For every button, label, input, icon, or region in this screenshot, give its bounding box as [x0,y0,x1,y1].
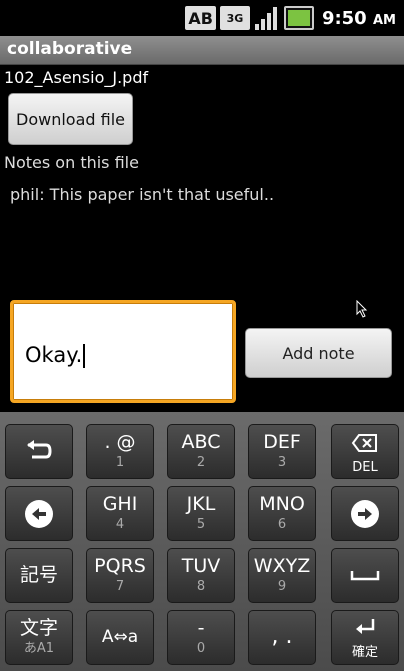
key-9[interactable]: WXYZ 9 [248,548,316,603]
clock-ampm: AM [373,12,396,28]
del-key[interactable]: DEL [331,424,399,479]
undo-arrow-icon [6,439,72,463]
space-key[interactable] [331,548,399,603]
key-6[interactable]: MNO 6 [248,486,316,541]
key-2[interactable]: ABC 2 [167,424,235,479]
file-name: 102_Asensio_J.pdf [4,68,149,87]
right-key[interactable] [331,486,399,541]
battery-charging-icon [283,6,314,30]
add-note-button[interactable]: Add note [245,328,392,378]
enter-icon [332,617,398,639]
backspace-icon [332,433,398,453]
signal-icon [254,6,280,30]
download-file-button[interactable]: Download file [8,93,133,145]
mode-key[interactable]: 文字 あA1 [5,610,73,665]
left-key[interactable] [5,486,73,541]
soft-keyboard: . @1 ABC 2 DEF 3 DEL GHI 4 JKL 5 MNO 6 記号 PQR… [0,412,404,671]
notes-heading: Notes on this file [4,153,139,172]
right-arrow-icon [332,500,398,528]
key-1[interactable]: . @1 [86,424,154,479]
status-bar: AB 3G 9:50 AM [0,0,404,36]
ime-ab-icon: AB [185,6,216,30]
note-item: phil: This paper isn't that useful.. [10,185,275,204]
key-3[interactable]: DEF 3 [248,424,316,479]
network-3g-icon: 3G [219,6,250,30]
key-8[interactable]: TUV 8 [167,548,235,603]
punct-key[interactable]: , . [248,610,316,665]
title-bar: collaborative [0,36,404,65]
key-4[interactable]: GHI 4 [86,486,154,541]
clock-time: 9:50 [321,7,367,29]
enter-key[interactable]: 確定 [331,610,399,665]
space-icon [332,569,398,581]
back-key[interactable] [5,424,73,479]
key-5[interactable]: JKL 5 [167,486,235,541]
note-input-value: Okay. [25,343,83,367]
note-input[interactable]: Okay. [10,300,236,403]
case-key[interactable]: A⇔a [86,610,154,665]
app-title: collaborative [7,39,133,59]
symbol-key[interactable]: 記号 [5,548,73,603]
clock: 9:50 AM [322,8,396,29]
key-0[interactable]: -0 [167,610,235,665]
left-arrow-icon [6,500,72,528]
key-7[interactable]: PQRS 7 [86,548,154,603]
mouse-pointer-icon [356,300,368,318]
